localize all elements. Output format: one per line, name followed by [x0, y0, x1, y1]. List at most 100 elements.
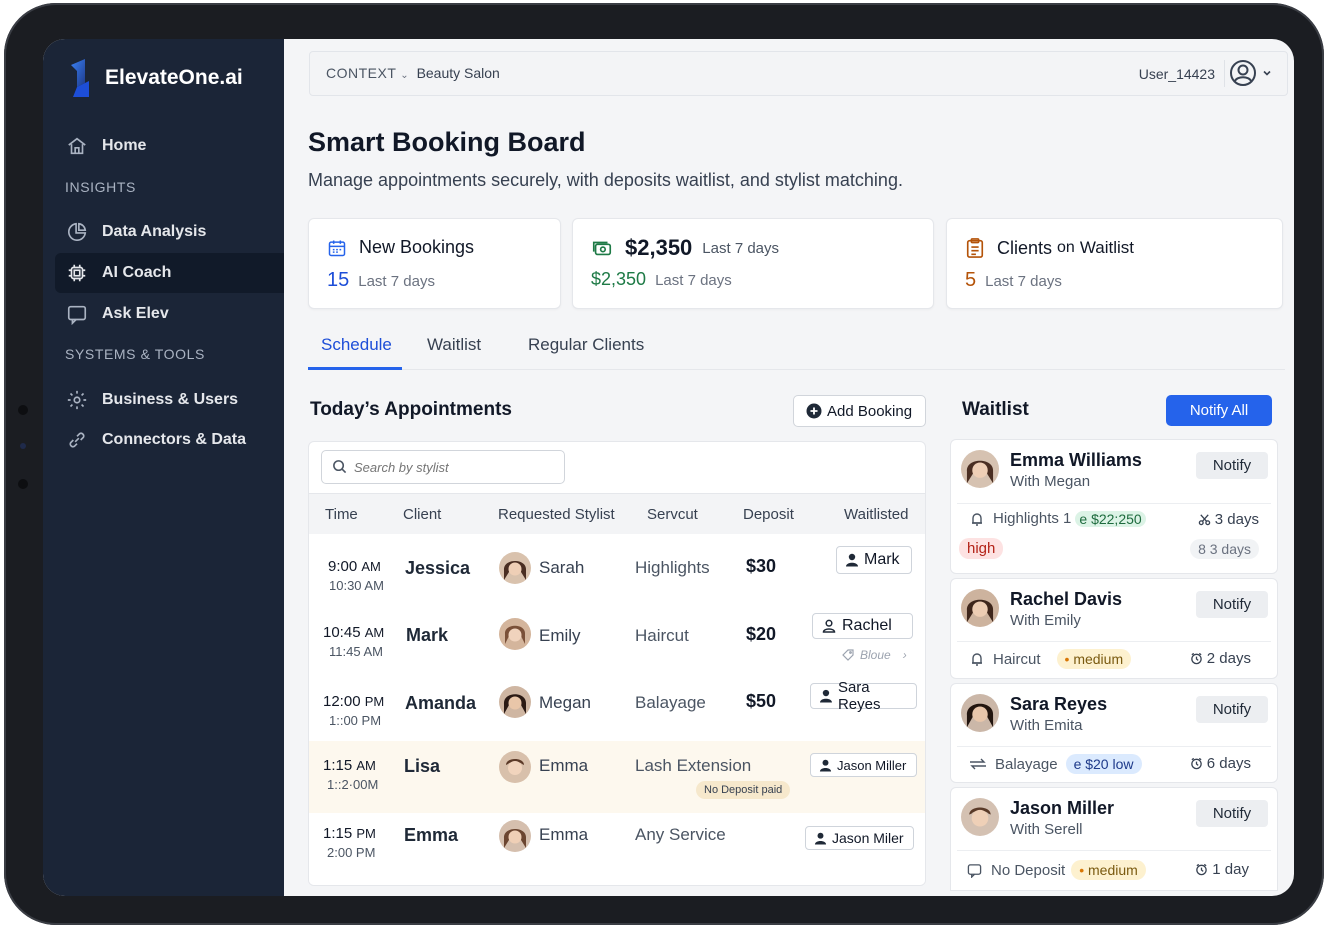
client-name: Amanda: [405, 693, 477, 713]
chevron-down-icon: ⌄: [400, 70, 409, 81]
bell-icon: [972, 512, 982, 526]
user-icon: [814, 832, 827, 845]
price-badge: e $20 low: [1065, 754, 1142, 774]
page-title: Smart Booking Board: [308, 127, 586, 157]
waitlisted-chip[interactable]: Jason Miler: [805, 826, 914, 850]
notify-all-button[interactable]: Notify All: [1166, 395, 1272, 426]
end-time: 11:45 AM: [329, 644, 383, 659]
sidebar-item-business-users[interactable]: Business & Users: [55, 380, 284, 420]
client-name: Mark: [406, 625, 449, 645]
sidebar-item-ask-elev[interactable]: Ask Elev: [55, 294, 284, 334]
clock-icon: [1196, 863, 1208, 876]
waitlist-stylist: With Serell: [1010, 821, 1083, 838]
search-box: [321, 450, 565, 484]
service-label: Haircut: [993, 650, 1041, 668]
bell-icon: [972, 653, 982, 666]
table-row[interactable]: 9:00 AM 10:30 AM Jessica Sarah Highlight…: [309, 534, 925, 603]
column-header[interactable]: Servcut: [647, 506, 698, 523]
column-header[interactable]: Requested Stylist: [498, 506, 615, 523]
end-time: 10:30 AM: [329, 578, 384, 593]
clipboard-list-icon: [966, 238, 984, 258]
column-header[interactable]: Client: [403, 506, 441, 523]
column-header[interactable]: Deposit: [743, 506, 794, 523]
notify-button[interactable]: Notify: [1196, 452, 1268, 479]
column-header[interactable]: Time: [325, 506, 358, 523]
wait-days-label: 1 day: [1212, 861, 1249, 878]
table-row[interactable]: 10:45 AM 11:45 AM Mark Emily Haircut $20…: [309, 602, 925, 672]
sidebar-item-ai-coach[interactable]: AI Coach: [55, 253, 284, 293]
plus-circle-icon: [806, 403, 822, 419]
sidebar-item-home[interactable]: Home: [55, 126, 284, 166]
stylist-name: Emily: [539, 626, 581, 645]
start-time: 9:00 AM: [328, 558, 381, 575]
waitlist-item[interactable]: Emma Williams With Megan Notify Highligh…: [950, 439, 1278, 574]
sidebar-section-systems: SYSTEMS & TOOLS: [65, 346, 205, 362]
home-icon: [68, 137, 86, 155]
waitlisted-chip[interactable]: Sara Reyes: [810, 679, 917, 713]
waitlisted-chip[interactable]: Jason Miller: [810, 753, 917, 777]
deposit-amount: $30: [746, 556, 777, 576]
stylist-name: Megan: [539, 693, 591, 712]
tab-waitlist[interactable]: Waitlist: [427, 335, 481, 355]
stylist-name: Sarah: [539, 558, 585, 577]
waitlisted-name: Rachel: [842, 617, 892, 634]
waitlist-panel: Emma Williams With Megan Notify Highligh…: [950, 439, 1278, 891]
priority-badge: • medium: [1071, 860, 1146, 880]
tab-regular-clients[interactable]: Regular Clients: [528, 335, 644, 355]
notify-button[interactable]: Notify: [1196, 696, 1268, 723]
table-row[interactable]: 12:00 PM 1::00 PM Amanda Megan Balayage …: [309, 671, 925, 742]
avatar: [499, 820, 531, 852]
add-booking-label: Add Booking: [827, 402, 913, 420]
wait-days-label: 2 days: [1206, 650, 1251, 667]
table-row[interactable]: 1:15 PM 2:00 PM Emma Emma Any Service Ja…: [309, 813, 925, 885]
waitlist-title: Waitlist: [962, 399, 1029, 420]
sidebar-item-label: Business & Users: [102, 391, 239, 408]
client-name: Emma: [404, 825, 459, 845]
waitlist-item[interactable]: Jason Miller With Serell Notify No Depos…: [950, 787, 1278, 891]
context-selector[interactable]: CONTEXT ⌄ Beauty Salon: [326, 65, 500, 81]
scissors-icon: [1198, 514, 1211, 526]
add-booking-button[interactable]: Add Booking: [793, 395, 926, 427]
stylist-name: Emma: [539, 756, 589, 775]
search-input[interactable]: [352, 451, 556, 483]
waitlist-item[interactable]: Rachel Davis With Emily Notify Haircut •…: [950, 578, 1278, 679]
sub-days-badge: 8 3 days: [1182, 539, 1259, 559]
service-name: Lash Extension: [635, 756, 752, 775]
sub-days-label: 8 3 days: [1190, 539, 1259, 559]
deposit-amount: $50: [746, 691, 777, 711]
priority-badge: high: [959, 538, 1004, 559]
no-deposit-badge: No Deposit paid: [696, 781, 791, 799]
chat-square-icon: [967, 863, 982, 878]
extra-tag[interactable]: Bloue ›: [842, 648, 907, 662]
divider: [957, 746, 1271, 747]
divider: [1224, 60, 1225, 87]
notify-button[interactable]: Notify: [1196, 591, 1268, 618]
end-time: 2:00 PM: [327, 845, 376, 860]
priority-label: high: [959, 538, 1004, 559]
table-row[interactable]: 1:15 AM 1::2·00M Lisa Emma Lash Extensio…: [309, 741, 925, 814]
appointments-table: Time Client Requested Stylist Servcut De…: [308, 441, 926, 886]
extra-tag-label: Bloue: [860, 648, 891, 662]
stat-title-period: Last 7 days: [702, 239, 780, 257]
user-menu-button[interactable]: [1228, 58, 1273, 88]
priority-badge: • medium: [1056, 649, 1132, 669]
brand[interactable]: ElevateOne.ai: [67, 57, 243, 99]
user-outline-icon: [822, 619, 836, 633]
waitlist-stylist: With Emily: [1010, 612, 1081, 629]
tab-schedule[interactable]: Schedule: [321, 335, 392, 355]
waitlist-item[interactable]: Sara Reyes With Emita Notify Balayage e …: [950, 683, 1278, 783]
stat-value: 15: [327, 269, 350, 291]
app-screen: ElevateOne.ai Home INSIGHTS Data Analysi…: [43, 39, 1294, 896]
notify-button[interactable]: Notify: [1196, 800, 1268, 827]
service-label: Highlights 1: [993, 510, 1072, 527]
stat-value: 5: [965, 269, 977, 291]
waitlisted-chip[interactable]: Rachel: [812, 613, 913, 639]
column-header[interactable]: Waitlisted: [844, 506, 908, 523]
user-icon: [819, 689, 832, 703]
sidebar-item-data-analysis[interactable]: Data Analysis: [55, 212, 284, 252]
stylist-name: Emma: [539, 825, 589, 844]
waitlisted-chip[interactable]: Mark: [836, 546, 912, 574]
start-time: 12:00 PM: [323, 693, 385, 710]
start-time: 10:45 AM: [323, 624, 385, 641]
sidebar-item-connectors-data[interactable]: Connectors & Data: [55, 420, 284, 460]
